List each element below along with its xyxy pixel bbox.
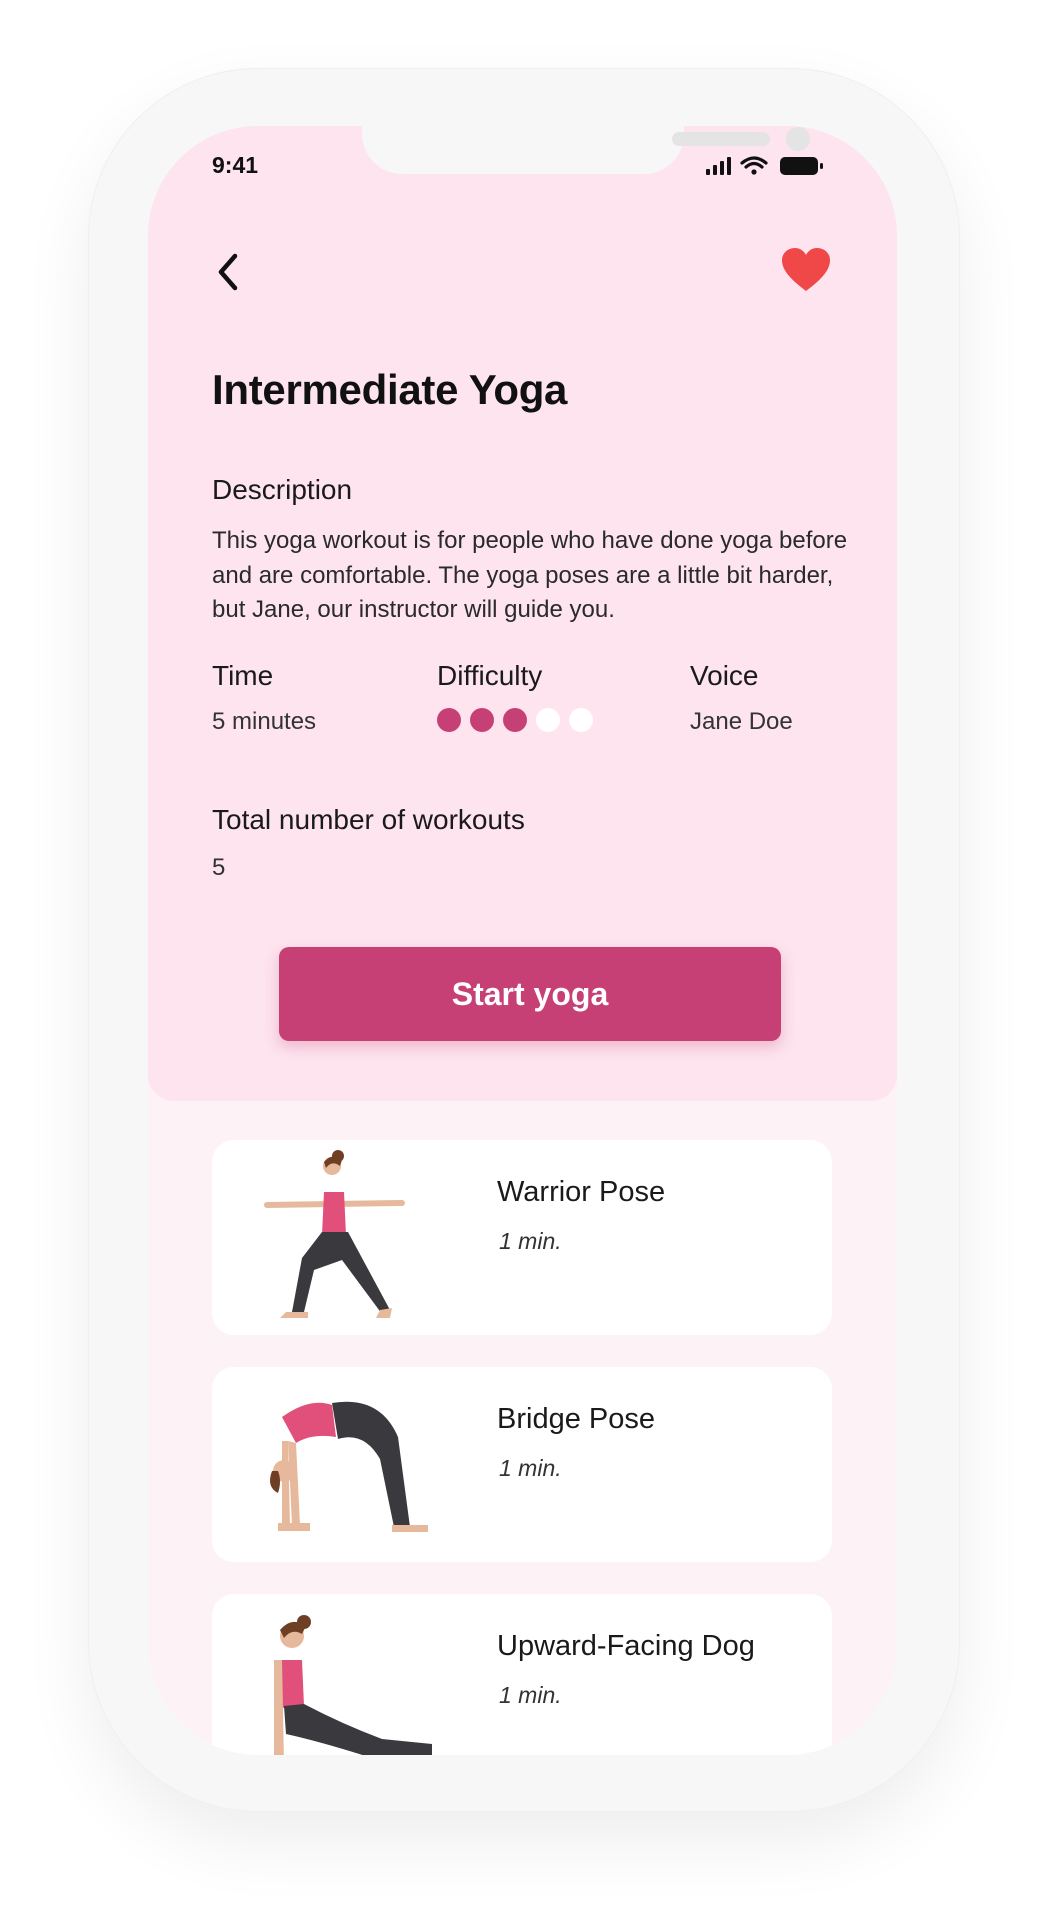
description-label: Description [212,474,353,505]
back-button[interactable] [204,244,252,300]
status-icons [706,156,823,175]
pose-name: Bridge Pose [497,1403,655,1435]
total-workouts-value: 5 [212,854,226,881]
description-text: This yoga workout is for people who have… [212,527,848,623]
difficulty-dot-filled [503,708,527,732]
pose-name: Warrior Pose [497,1176,666,1208]
status-time: 9:41 [212,152,259,178]
pose-duration: 1 min. [499,1682,562,1708]
difficulty-dot-empty [536,708,560,732]
page-title: Intermediate Yoga [212,366,568,413]
app-screen: 9:41 Intermediate Yoga Description This … [148,126,897,1755]
total-workouts-label: Total number of workouts [212,804,525,835]
phone-notch [362,126,810,174]
pose-card-upward-dog[interactable]: Upward-Facing Dog 1 min. [212,1594,832,1755]
battery-icon [780,157,823,175]
upward-dog-pose-illustration [274,1615,432,1755]
difficulty-label: Difficulty [437,660,543,691]
voice-label: Voice [690,660,759,691]
bridge-pose-illustration [270,1401,428,1532]
difficulty-dot-filled [437,708,461,732]
signal-icon [706,157,731,175]
start-yoga-button[interactable]: Start yoga [279,947,781,1041]
pose-duration: 1 min. [499,1455,562,1481]
difficulty-dot-filled [470,708,494,732]
pose-duration: 1 min. [499,1228,562,1254]
pose-name: Upward-Facing Dog [497,1630,755,1662]
difficulty-rating [437,708,593,732]
wifi-icon [740,156,768,175]
front-camera [786,127,810,151]
favorite-button[interactable] [777,242,835,298]
time-label: Time [212,660,274,691]
warrior-pose-illustration [264,1150,405,1318]
heart-icon [782,248,830,291]
time-value: 5 minutes [212,708,317,735]
speaker-grille [672,132,770,146]
voice-value: Jane Doe [690,708,793,735]
chevron-left-icon [218,253,238,291]
difficulty-dot-empty [569,708,593,732]
pose-card-bridge[interactable]: Bridge Pose 1 min. [212,1367,832,1562]
pose-card-warrior[interactable]: Warrior Pose 1 min. [212,1140,832,1335]
